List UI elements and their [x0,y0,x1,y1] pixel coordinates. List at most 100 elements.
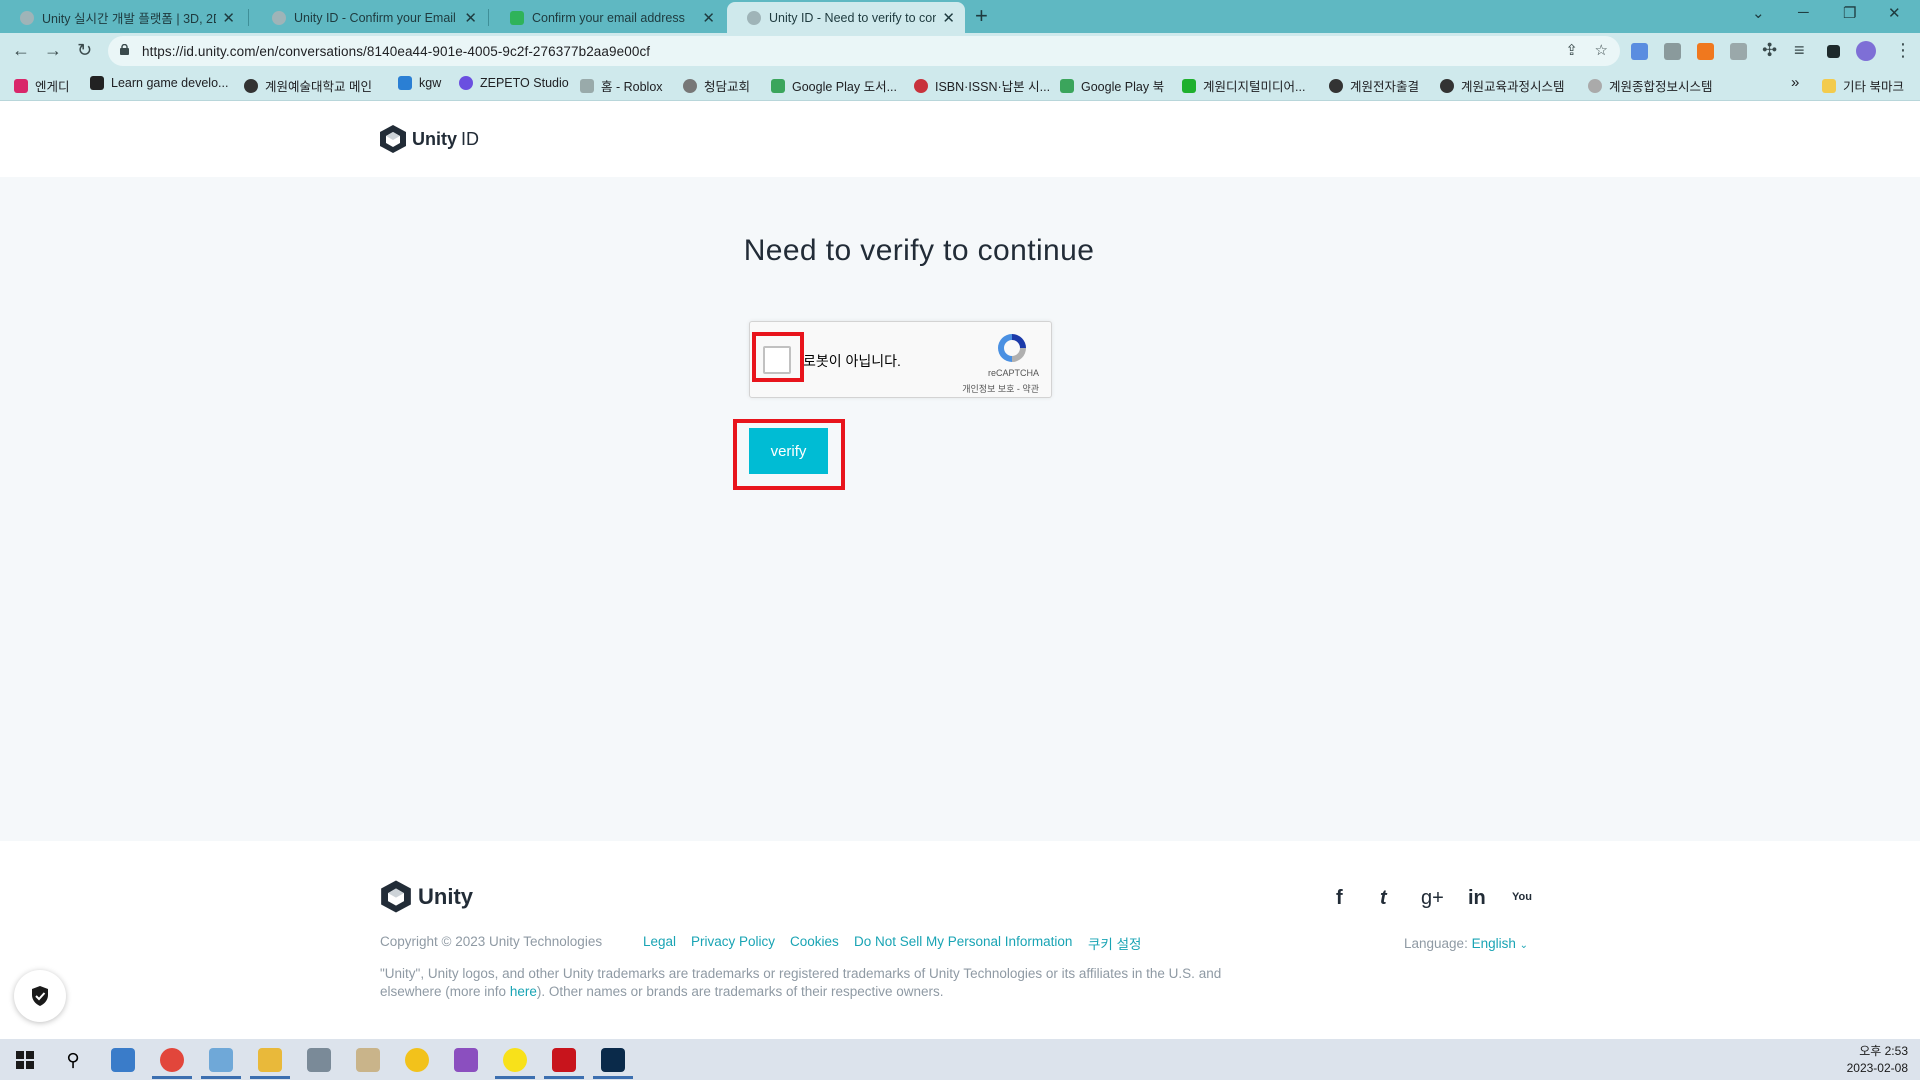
footer-link-cookie-settings[interactable]: 쿠키 설정 [1088,933,1141,953]
language-selector[interactable]: Language: English ⌄ [1404,936,1528,951]
roblox-favicon-icon [580,78,594,93]
share-icon[interactable]: ⇪ [1565,41,1578,59]
bookmarks-bar: 엔게디 Learn game develo... 계원예술대학교 메인 kgw … [0,70,1920,101]
bookmark-item[interactable]: kgw [398,76,441,90]
side-panel-icon[interactable] [1827,45,1840,58]
close-icon[interactable]: ✕ [464,9,477,27]
globe-icon [244,78,258,93]
tab-unity-platform[interactable]: Unity 실시간 개발 플랫폼 | 3D, 2D ✕ [0,2,245,33]
bookmark-item[interactable]: 엔게디 [14,76,70,95]
bookmark-item[interactable]: 청담교회 [683,76,750,95]
footer-link-legal[interactable]: Legal [643,934,676,949]
bookmark-item[interactable]: 홈 - Roblox [580,76,663,95]
footer-link-cookies[interactable]: Cookies [790,934,839,949]
unity-favicon-icon [747,10,761,25]
checkbox-highlight [752,332,804,382]
bookmark-item[interactable]: 계원디지털미디어... [1182,76,1305,95]
address-bar[interactable]: https://id.unity.com/en/conversations/81… [108,36,1620,66]
search-icon[interactable]: ⚲ [58,1045,88,1075]
taskbar-app-yellow[interactable] [402,1045,432,1075]
unity-cube-icon [381,880,411,913]
extensions-puzzle-icon[interactable]: ✣ [1762,40,1777,61]
language-value: English [1471,936,1516,951]
bookmark-item[interactable]: 계원종합정보시스템 [1588,76,1713,95]
footer-link-privacy[interactable]: Privacy Policy [691,934,775,949]
youtube-icon[interactable]: You [1512,891,1532,903]
camera-extension-icon[interactable] [1664,43,1681,60]
close-icon[interactable]: ✕ [942,9,955,27]
tab-confirm-email[interactable]: Unity ID - Confirm your Email ✕ [252,2,487,33]
linkedin-icon[interactable]: in [1468,887,1486,910]
verify-highlight [733,419,845,490]
bookmark-item[interactable]: Learn game develo... [90,76,228,90]
logo-text: Unity [418,883,473,909]
tab-title: Confirm your email address [532,10,685,25]
window-close-icon[interactable]: ✕ [1888,4,1901,22]
other-bookmarks-folder[interactable]: 기타 북마크 [1822,76,1904,95]
recaptcha-privacy-terms[interactable]: 개인정보 보호 - 약관 [962,382,1039,395]
unity-favicon-icon [272,10,286,25]
bookmark-item[interactable]: ZEPETO Studio [459,76,569,90]
tab-title: Unity 실시간 개발 플랫폼 | 3D, 2D [42,12,217,26]
kgw-digital-favicon-icon [1182,78,1196,93]
system-clock[interactable]: 오후 2:53 2023-02-08 [1847,1043,1908,1077]
tab-need-to-verify[interactable]: Unity ID - Need to verify to continue ✕ [727,2,965,33]
menu-kebab-icon[interactable]: ⋮ [1894,40,1912,61]
bookmark-item[interactable]: Google Play 도서... [771,76,897,95]
bookmark-star-icon[interactable]: ☆ [1595,41,1608,59]
bookmark-item[interactable]: ISBN·ISSN·납본 시... [914,76,1050,95]
new-tab-button[interactable]: + [975,3,988,29]
back-icon[interactable]: ← [12,40,30,61]
taskbar-app-helper[interactable] [108,1045,138,1075]
taskbar-app-kakaotalk[interactable] [495,1045,535,1079]
minimize-icon[interactable]: ─ [1798,4,1809,21]
trademark-info-link[interactable]: here [510,984,537,999]
forward-icon[interactable]: → [44,40,62,61]
taskbar-app-acrobat[interactable] [544,1045,584,1079]
tab-confirm-email-address[interactable]: Confirm your email address ✕ [490,2,725,33]
restore-icon[interactable]: ❐ [1843,4,1856,22]
reload-icon[interactable]: ↻ [77,40,92,61]
footer-link-do-not-sell[interactable]: Do Not Sell My Personal Information [854,934,1072,949]
church-favicon-icon [683,78,697,93]
translate-extension-icon[interactable] [1631,43,1648,60]
bookmark-item[interactable]: Google Play 북 [1060,76,1164,95]
tab-title: Unity ID - Need to verify to continue [769,10,937,25]
orange-extension-icon[interactable] [1697,43,1714,60]
tab-search-icon[interactable]: ⌄ [1752,4,1765,22]
google-plus-icon[interactable]: g+ [1421,887,1444,910]
facebook-icon[interactable]: f [1336,887,1343,910]
folder-icon [1822,78,1836,93]
unity-id-logo[interactable]: Unity ID [379,124,479,154]
cookie-consent-button[interactable] [14,970,66,1022]
zepeto-favicon-icon [459,76,473,90]
shield-check-icon [32,986,48,1006]
close-icon[interactable]: ✕ [702,9,715,27]
bookmark-item[interactable]: 계원예술대학교 메인 [244,76,372,95]
close-icon[interactable]: ✕ [222,9,235,27]
taskbar-app-photoshop[interactable] [593,1045,633,1079]
reading-list-icon[interactable]: ≡ [1794,40,1805,61]
profile-avatar[interactable] [1856,41,1876,61]
taskbar-app-purple[interactable] [451,1045,481,1075]
vue-extension-icon[interactable] [1730,43,1747,60]
bookmark-item[interactable]: 계원교육과정시스템 [1440,76,1565,95]
korea-emblem-icon [914,78,928,93]
bookmarks-overflow-button[interactable]: » [1791,74,1799,91]
unity-footer-logo[interactable]: Unity [380,879,473,914]
clock-date: 2023-02-08 [1846,1061,1908,1075]
taskbar-app-calculator[interactable] [304,1045,334,1075]
taskbar-app-chrome[interactable] [152,1045,192,1079]
taskbar-app-file-explorer[interactable] [250,1045,290,1079]
taskbar-app-notepad[interactable] [201,1045,241,1079]
bookmark-favicon-icon [14,78,28,93]
browser-toolbar: ← → ↻ https://id.unity.com/en/conversati… [0,33,1920,70]
twitter-icon[interactable]: t [1380,887,1387,910]
google-play-icon [1060,78,1074,93]
windows-start-icon[interactable] [10,1045,40,1075]
taskbar-app-paint[interactable] [353,1045,383,1075]
unity-cube-icon [380,125,406,153]
kgw-favicon-icon [398,76,412,90]
bookmark-item[interactable]: 계원전자출결 [1329,76,1419,95]
site-footer: Unity Copyright © 2023 Unity Technologie… [0,841,1920,1039]
